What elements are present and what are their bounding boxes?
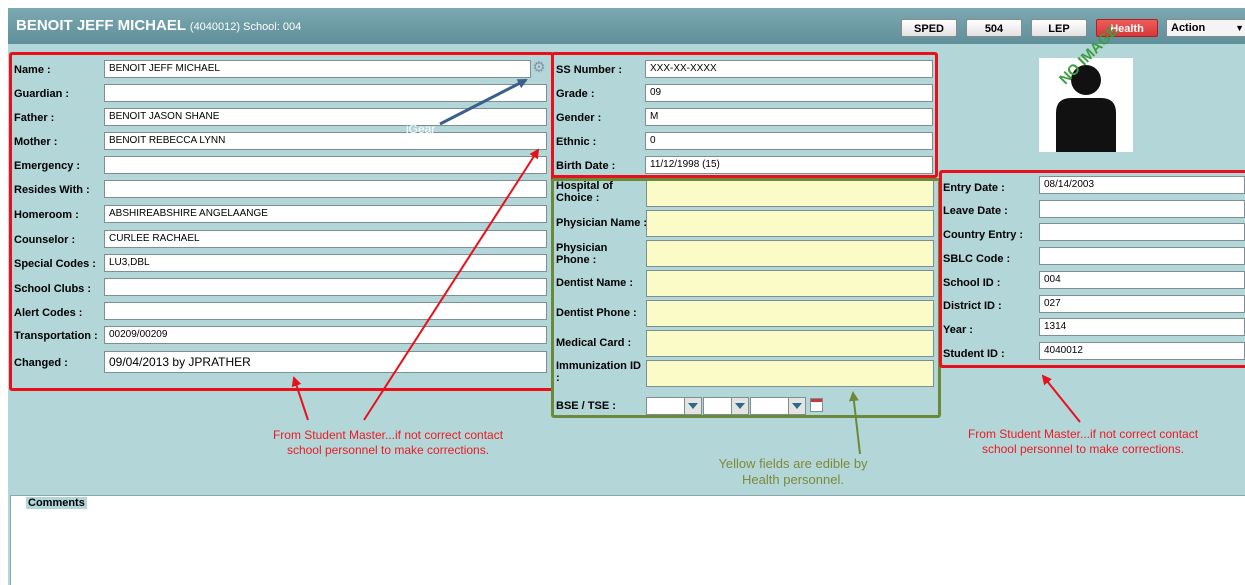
left-annotation-note: From Student Master...if not correct con… bbox=[228, 428, 548, 458]
yellow-annotation-line-2: Health personnel. bbox=[742, 472, 844, 487]
comments-label: Comments bbox=[26, 497, 87, 509]
igear-annotation: iGear bbox=[406, 122, 436, 136]
right-annotation-line-1: From Student Master...if not correct con… bbox=[967, 427, 1199, 441]
student-health-screen: BENOIT JEFF MICHAEL (4040012) School: 00… bbox=[8, 8, 1245, 585]
yellow-annotation-note: Yellow fields are edible by Health perso… bbox=[668, 456, 918, 488]
left-annotation-line-2: school personnel to make corrections. bbox=[286, 443, 490, 457]
right-annotation-note: From Student Master...if not correct con… bbox=[928, 427, 1238, 457]
yellow-annotation-line-1: Yellow fields are edible by bbox=[718, 456, 868, 471]
right-annotation-line-2: school personnel to make corrections. bbox=[981, 442, 1185, 456]
left-annotation-line-1: From Student Master...if not correct con… bbox=[272, 428, 504, 442]
comments-textarea[interactable] bbox=[10, 495, 1245, 585]
